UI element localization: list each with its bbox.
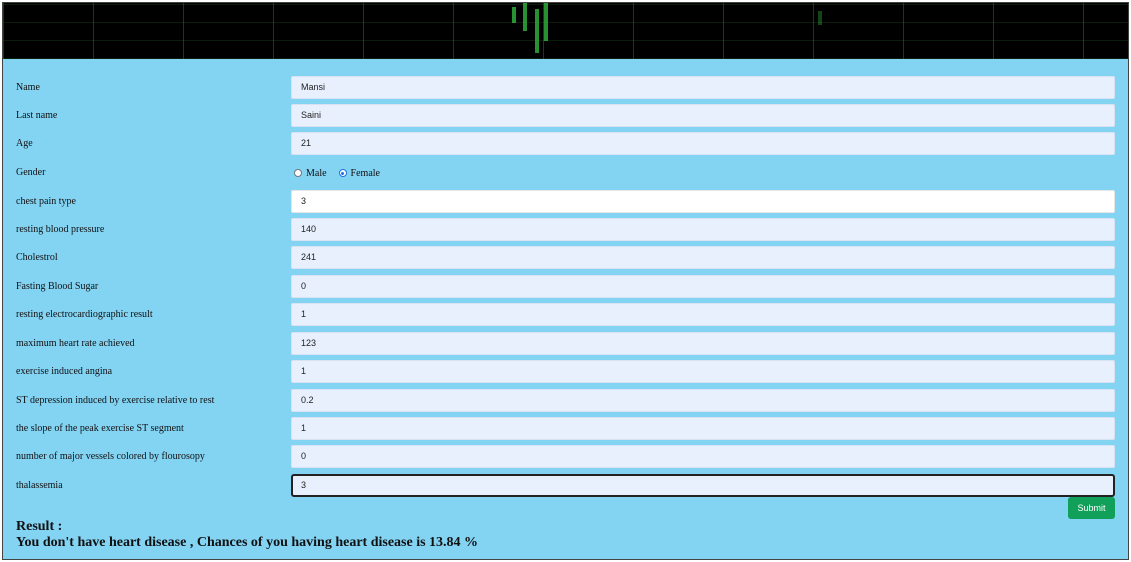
form-row-major-vessels: number of major vessels colored by flour… (3, 443, 1128, 471)
gender-radio-group: Male Female (294, 159, 392, 187)
last-name-input[interactable]: Saini (291, 104, 1115, 127)
banner-ecg-mark (512, 7, 516, 23)
form-row-last-name: Last name Saini (3, 102, 1128, 130)
form-row-chest-pain-type: chest pain type 3 (3, 188, 1128, 216)
form-row-resting-blood-pressure: resting blood pressure 140 (3, 216, 1128, 244)
field-label: Name (16, 82, 40, 93)
banner-ecg-mark (523, 3, 527, 31)
form-row-fasting-blood-sugar: Fasting Blood Sugar 0 (3, 273, 1128, 301)
major-vessels-input[interactable]: 0 (291, 445, 1115, 468)
resting-ecg-input[interactable]: 1 (291, 303, 1115, 326)
result-text: You don't have heart disease , Chances o… (16, 535, 479, 550)
form-row-st-depression: ST depression induced by exercise relati… (3, 387, 1128, 415)
field-label: ST depression induced by exercise relati… (16, 395, 215, 406)
resting-blood-pressure-input[interactable]: 140 (291, 218, 1115, 241)
field-label: chest pain type (16, 196, 76, 207)
field-label: maximum heart rate achieved (16, 338, 135, 349)
cholestrol-input[interactable]: 241 (291, 246, 1115, 269)
max-heart-rate-input[interactable]: 123 (291, 332, 1115, 355)
form-row-thalassemia: thalassemia 3 (3, 472, 1128, 500)
result-title: Result : (16, 519, 63, 534)
form-row-st-slope: the slope of the peak exercise ST segmen… (3, 415, 1128, 443)
gender-option-label: Female (350, 167, 380, 179)
field-label: number of major vessels colored by flour… (16, 451, 205, 462)
exercise-angina-input[interactable]: 1 (291, 360, 1115, 383)
field-label: Age (16, 138, 33, 149)
age-input[interactable]: 21 (291, 132, 1115, 155)
banner-ecg-mark (535, 9, 539, 53)
header-banner-image (3, 3, 1128, 59)
name-input[interactable]: Mansi (291, 76, 1115, 99)
field-label: Last name (16, 110, 58, 121)
field-label: Cholestrol (16, 252, 58, 263)
field-label: Fasting Blood Sugar (16, 281, 99, 292)
st-depression-input[interactable]: 0.2 (291, 389, 1115, 412)
banner-ecg-mark (544, 3, 548, 41)
field-label: resting blood pressure (16, 224, 105, 235)
form-row-age: Age 21 (3, 130, 1128, 158)
form-row-cholestrol: Cholestrol 241 (3, 244, 1128, 272)
thalassemia-input[interactable]: 3 (291, 474, 1115, 497)
gender-male-radio[interactable] (294, 169, 302, 177)
banner-ecg-mark (818, 11, 822, 25)
field-label: resting electrocardiographic result (16, 309, 153, 320)
form-row-gender: Gender Male Female (3, 159, 1128, 187)
form-row-name: Name Mansi (3, 74, 1128, 102)
fasting-blood-sugar-input[interactable]: 0 (291, 275, 1115, 298)
gender-option-label: Male (306, 167, 327, 179)
form-row-resting-ecg: resting electrocardiographic result 1 (3, 301, 1128, 329)
submit-button[interactable]: Submit (1068, 497, 1115, 519)
gender-female-radio[interactable] (338, 169, 347, 177)
st-slope-input[interactable]: 1 (291, 417, 1115, 440)
form-row-exercise-angina: exercise induced angina 1 (3, 358, 1128, 386)
field-label: thalassemia (16, 480, 63, 491)
field-label: Gender (16, 167, 46, 178)
form-row-max-heart-rate: maximum heart rate achieved 123 (3, 330, 1128, 358)
page-frame: Name Mansi Last name Saini Age 21 Gender… (2, 2, 1129, 560)
field-label: exercise induced angina (16, 366, 113, 377)
banner-grid-pattern (3, 3, 1128, 59)
field-label: the slope of the peak exercise ST segmen… (16, 423, 184, 434)
chest-pain-type-input[interactable]: 3 (291, 190, 1115, 213)
